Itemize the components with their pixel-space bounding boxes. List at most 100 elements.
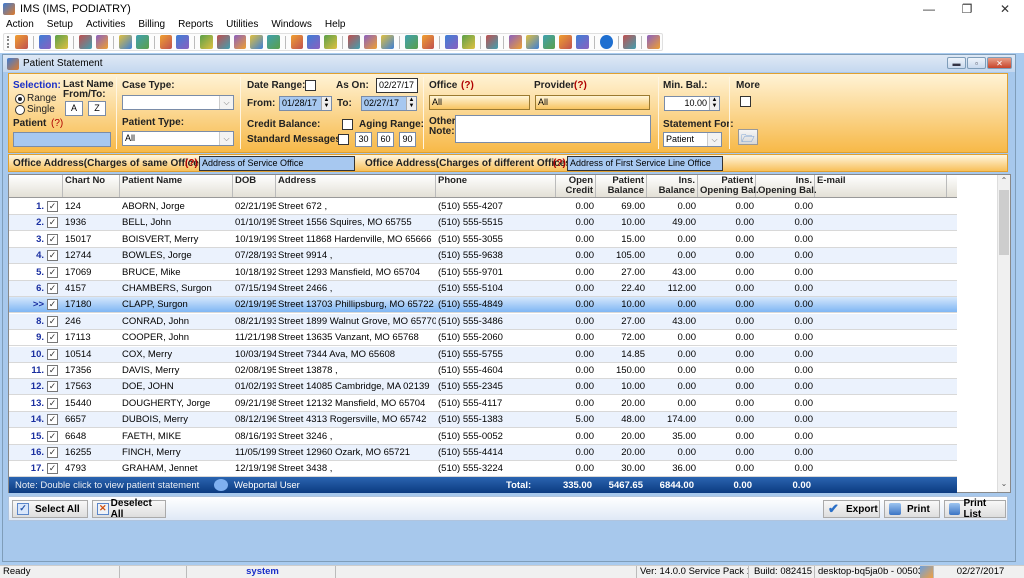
menu-utilities[interactable]: Utilities bbox=[226, 19, 258, 30]
single-radio[interactable] bbox=[15, 105, 25, 115]
print-list-button[interactable]: Print List bbox=[944, 498, 1006, 520]
child-restore-button[interactable]: ▫ bbox=[967, 57, 986, 69]
range-radio[interactable] bbox=[15, 94, 25, 104]
export-button[interactable]: ✔ Export bbox=[823, 500, 880, 518]
table-row[interactable]: 6.✓4157CHAMBERS, Surgon07/15/1944Street … bbox=[9, 281, 957, 297]
report-icon[interactable] bbox=[159, 35, 173, 49]
child-close-button[interactable]: ✕ bbox=[987, 57, 1012, 69]
row-checkbox[interactable]: ✓ bbox=[47, 283, 58, 294]
row-checkbox[interactable]: ✓ bbox=[47, 348, 58, 360]
select-all-button[interactable]: ✓ Select All bbox=[12, 500, 88, 518]
print-button[interactable]: Print bbox=[884, 500, 940, 518]
transfer-icon[interactable] bbox=[509, 35, 522, 49]
row-checkbox[interactable]: ✓ bbox=[47, 463, 58, 475]
help-icon[interactable] bbox=[599, 35, 613, 49]
aging-30-input[interactable]: 30 bbox=[355, 132, 372, 147]
patient-help-link[interactable]: (?) bbox=[51, 118, 63, 129]
toolbar-grip[interactable] bbox=[7, 36, 10, 48]
spinner-icon[interactable]: ▲ ▼ bbox=[709, 97, 719, 110]
user-check-icon[interactable] bbox=[38, 35, 52, 49]
insurance-payment-icon[interactable] bbox=[250, 35, 263, 49]
import-icon[interactable] bbox=[559, 35, 573, 49]
to-date-input[interactable]: 02/27/17 ▲ ▼ bbox=[361, 96, 417, 111]
table-row[interactable]: 1.✓124ABORN, Jorge02/21/1954Street 672 ,… bbox=[9, 199, 957, 215]
table-row[interactable]: 3.✓15017BOISVERT, Merry10/19/1991Street … bbox=[9, 232, 957, 248]
column-header-address[interactable]: Address bbox=[276, 175, 436, 197]
billing-icon[interactable] bbox=[233, 35, 247, 49]
row-checkbox[interactable]: ✓ bbox=[47, 299, 58, 311]
menu-activities[interactable]: Activities bbox=[86, 19, 125, 30]
refresh-icon[interactable] bbox=[381, 35, 394, 49]
spinner-icon[interactable]: ▲ ▼ bbox=[321, 97, 331, 110]
schedule-icon[interactable] bbox=[307, 35, 321, 49]
row-checkbox[interactable]: ✓ bbox=[47, 414, 58, 426]
menu-action[interactable]: Action bbox=[6, 19, 34, 30]
letter-icon[interactable] bbox=[324, 35, 337, 49]
table-row[interactable]: 13.✓15440DOUGHERTY, Jorge09/21/1985Stree… bbox=[9, 396, 957, 412]
patient-icon[interactable] bbox=[14, 35, 28, 49]
scroll-up-icon[interactable]: ⌃ bbox=[998, 176, 1010, 188]
more-checkbox[interactable] bbox=[740, 96, 751, 107]
lock-icon[interactable] bbox=[623, 35, 637, 49]
from-date-input[interactable]: 01/28/17 ▲ ▼ bbox=[279, 96, 332, 111]
statement-icon[interactable] bbox=[485, 35, 499, 49]
row-checkbox[interactable]: ✓ bbox=[47, 233, 58, 245]
provider-select[interactable]: All bbox=[535, 95, 650, 110]
column-header-phone[interactable]: Phone bbox=[436, 175, 556, 197]
scrollbar-thumb[interactable] bbox=[999, 190, 1009, 255]
scroll-down-icon[interactable]: ⌄ bbox=[998, 479, 1010, 491]
last-name-to-input[interactable]: Z bbox=[88, 101, 106, 116]
column-header-chart-no[interactable]: Chart No bbox=[63, 175, 120, 197]
export-icon[interactable] bbox=[525, 35, 539, 49]
row-checkbox[interactable]: ✓ bbox=[47, 397, 58, 409]
table-row[interactable]: 11.✓17356DAVIS, Merry02/08/1959Street 13… bbox=[9, 363, 957, 379]
table-row[interactable]: >>✓17180CLAPP, Surgon02/19/1950Street 13… bbox=[9, 297, 957, 314]
calendar-check-icon[interactable] bbox=[404, 35, 418, 49]
table-row[interactable]: 5.✓17069BRUCE, Mike10/18/1929Street 1293… bbox=[9, 265, 957, 281]
spinner-icon[interactable]: ▲ ▼ bbox=[406, 97, 416, 110]
standard-messages-checkbox[interactable] bbox=[338, 134, 349, 145]
aging-60-input[interactable]: 60 bbox=[377, 132, 394, 147]
claim-icon[interactable] bbox=[266, 35, 280, 49]
document-icon[interactable] bbox=[119, 35, 133, 49]
last-name-from-input[interactable]: A bbox=[65, 101, 83, 116]
dollar-icon[interactable] bbox=[200, 35, 213, 49]
user-edit-icon[interactable] bbox=[55, 35, 69, 49]
menu-help[interactable]: Help bbox=[325, 19, 346, 30]
edit-form-icon[interactable] bbox=[176, 35, 190, 49]
row-checkbox[interactable]: ✓ bbox=[47, 447, 58, 458]
menu-setup[interactable]: Setup bbox=[47, 19, 73, 30]
office-help-link[interactable]: (?) bbox=[461, 80, 474, 91]
open-folder-button[interactable]: 🗁 bbox=[738, 129, 758, 145]
exit-icon[interactable] bbox=[647, 35, 660, 49]
row-checkbox[interactable]: ✓ bbox=[47, 266, 58, 278]
appointment-icon[interactable] bbox=[421, 35, 435, 49]
same-office-help-link[interactable]: (?) bbox=[185, 158, 198, 169]
inbox-icon[interactable] bbox=[461, 35, 475, 49]
fax-icon[interactable] bbox=[576, 35, 589, 49]
child-minimize-button[interactable]: ▬ bbox=[947, 57, 966, 69]
patient-input[interactable] bbox=[13, 132, 111, 147]
menu-reports[interactable]: Reports bbox=[178, 19, 213, 30]
table-row[interactable]: 12.✓17563DOE, JOHN01/02/1930Street 14085… bbox=[9, 379, 957, 396]
menu-windows[interactable]: Windows bbox=[271, 19, 312, 30]
folder-open-icon[interactable] bbox=[78, 35, 92, 49]
aging-90-input[interactable]: 90 bbox=[399, 132, 416, 147]
restore-button[interactable]: ❐ bbox=[948, 0, 986, 17]
table-row[interactable]: 10.✓10514COX, Merry10/03/1940Street 7344… bbox=[9, 346, 957, 363]
row-checkbox[interactable]: ✓ bbox=[47, 332, 58, 344]
column-header-ins-balance[interactable]: Ins. Balance bbox=[647, 175, 698, 197]
column-header-email[interactable]: E-mail bbox=[815, 175, 947, 197]
credit-balance-checkbox[interactable] bbox=[342, 119, 353, 130]
column-header-patient-name[interactable]: Patient Name bbox=[120, 175, 233, 197]
menu-billing[interactable]: Billing bbox=[138, 19, 165, 30]
statement-for-select[interactable]: Patient ⌵ bbox=[663, 132, 722, 147]
column-header-dob[interactable]: DOB bbox=[233, 175, 276, 197]
other-note-textarea[interactable] bbox=[455, 115, 651, 143]
word-icon[interactable] bbox=[542, 35, 556, 49]
different-office-address-select[interactable]: Address of First Service Line Office bbox=[567, 156, 723, 171]
column-header-open-credit[interactable]: Open Credit bbox=[556, 175, 596, 197]
row-checkbox[interactable]: ✓ bbox=[47, 430, 58, 442]
column-header-row-header[interactable] bbox=[9, 175, 63, 197]
send-icon[interactable] bbox=[347, 35, 361, 49]
